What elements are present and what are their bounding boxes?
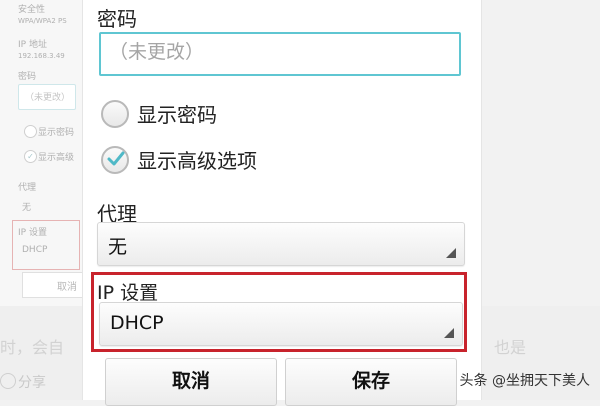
bg-radio-icon <box>24 125 37 138</box>
share-icon <box>0 373 16 389</box>
cancel-button[interactable]: 取消 <box>105 358 277 406</box>
bg-password-input: （未更改） <box>18 84 76 110</box>
proxy-value: 无 <box>108 236 128 258</box>
bg-proxy-label: 代理 <box>18 183 37 193</box>
wifi-settings-dialog: 密码 显示密码 显示高级选项 代理 无 IP 设置 DHCP 取消 保存 <box>82 0 482 406</box>
save-button[interactable]: 保存 <box>285 358 457 406</box>
show-password-label: 显示密码 <box>137 103 217 127</box>
bg-ip-settings-label: IP 设置 <box>18 228 47 238</box>
ip-settings-select[interactable]: DHCP <box>99 302 463 346</box>
show-advanced-checkbox[interactable] <box>101 145 129 174</box>
background-dialog: 安全性 WPA/WPA2 PS IP 地址 192.168.3.49 密码 （未… <box>0 0 84 306</box>
show-password-checkbox[interactable] <box>101 99 129 128</box>
show-advanced-label: 显示高级选项 <box>137 149 257 173</box>
watermark: 头条 @坐拥天下美人 <box>459 373 590 389</box>
password-label: 密码 <box>97 7 137 31</box>
show-password-option[interactable]: 显示密码 <box>101 99 217 128</box>
ip-settings-label: IP 设置 <box>97 282 159 304</box>
bg-ip-value: 192.168.3.49 <box>18 52 65 60</box>
bg-security-label: 安全性 <box>18 5 46 15</box>
ip-settings-value: DHCP <box>110 312 164 334</box>
bg-show-password-label: 显示密码 <box>38 128 75 138</box>
bg-checkmark-icon: ✓ <box>24 150 37 163</box>
show-advanced-option[interactable]: 显示高级选项 <box>101 145 257 174</box>
bg-ghost-text-right: 也是 <box>494 338 527 357</box>
password-input[interactable] <box>101 34 439 70</box>
bg-ghost-text-left: 时，会自 <box>0 338 65 357</box>
checkmark-icon <box>107 151 125 165</box>
bg-proxy-value: 无 <box>22 203 32 213</box>
proxy-select[interactable]: 无 <box>97 222 465 266</box>
bg-password-label: 密码 <box>18 72 37 82</box>
bg-cancel-button: 取消 <box>22 272 84 298</box>
bg-ip-label: IP 地址 <box>18 40 47 50</box>
bg-show-advanced-label: 显示高级 <box>38 153 75 163</box>
dropdown-corner-icon <box>444 328 454 338</box>
dropdown-corner-icon <box>446 248 456 258</box>
bg-share-label: 分享 <box>18 375 46 391</box>
bg-ip-settings-value: DHCP <box>22 245 48 255</box>
bg-security-value: WPA/WPA2 PS <box>18 17 67 25</box>
password-field[interactable] <box>99 32 461 76</box>
